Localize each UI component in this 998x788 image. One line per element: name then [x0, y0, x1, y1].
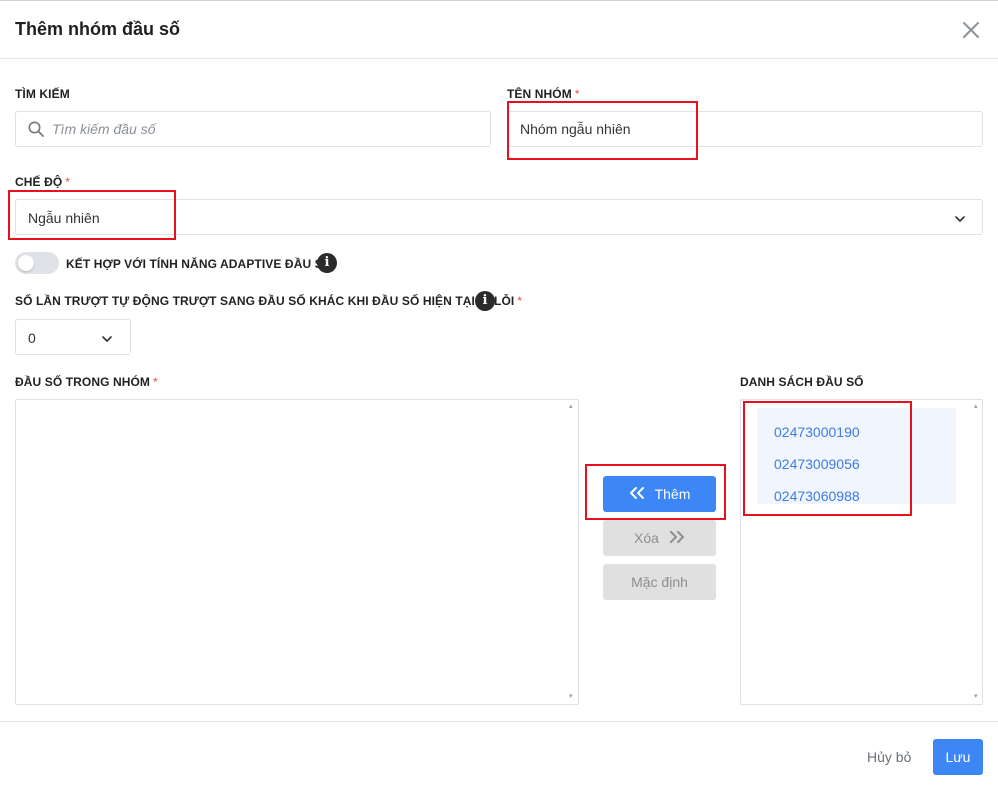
info-icon[interactable]: i [317, 253, 337, 273]
list-item[interactable]: 02473060988 [774, 488, 860, 504]
scroll-down-icon[interactable]: ▾ [569, 693, 575, 700]
list-item[interactable]: 02473009056 [774, 456, 860, 472]
search-icon [28, 121, 44, 137]
remove-button-label: Xóa [634, 530, 659, 546]
group-name-label: TÊN NHÓM * [507, 87, 580, 101]
available-label: DANH SÁCH ĐẦU SỐ [740, 375, 864, 389]
in-group-label: ĐẦU SỐ TRONG NHÓM * [15, 375, 158, 389]
info-icon[interactable]: i [475, 291, 495, 311]
available-list: 02473000190 02473009056 02473060988 [757, 408, 956, 504]
chevrons-left-icon [629, 486, 645, 502]
retry-count-select[interactable]: 0 [15, 319, 131, 355]
chevrons-right-icon [669, 530, 685, 546]
add-button[interactable]: Thêm [603, 476, 716, 512]
scroll-up-icon[interactable]: ▴ [974, 403, 980, 410]
scroll-up-icon[interactable]: ▴ [569, 403, 575, 410]
dialog-footer: Hủy bỏ Lưu [0, 721, 998, 788]
mode-select[interactable]: Ngẫu nhiên [15, 199, 983, 235]
default-button-label: Mặc định [631, 574, 688, 590]
search-field[interactable] [15, 111, 491, 147]
search-input[interactable] [52, 112, 482, 146]
search-label: TÌM KIẾM [15, 87, 70, 101]
chevron-down-icon [954, 212, 966, 224]
group-name-input[interactable] [507, 111, 983, 147]
adaptive-toggle[interactable] [15, 252, 59, 274]
retry-label: SỐ LẦN TRƯỢT TỰ ĐỘNG TRƯỢT SANG ĐẦU SỐ K… [15, 294, 523, 308]
default-button[interactable]: Mặc định [603, 564, 716, 600]
toggle-knob [18, 255, 34, 271]
in-group-listbox[interactable]: ▴ ▾ [15, 399, 579, 705]
scroll-down-icon[interactable]: ▾ [974, 693, 980, 700]
chevron-down-icon [101, 332, 113, 344]
add-number-group-dialog: Thêm nhóm đầu số TÌM KIẾM TÊN NHÓM* CHẾ … [0, 0, 998, 788]
save-button[interactable]: Lưu [933, 739, 983, 775]
retry-count-value: 0 [28, 330, 36, 346]
add-button-label: Thêm [654, 486, 691, 502]
dialog-header: Thêm nhóm đầu số [0, 1, 998, 59]
close-icon[interactable] [960, 19, 982, 41]
available-listbox[interactable]: 02473000190 02473009056 02473060988 ▴ ▾ [740, 399, 983, 705]
remove-button[interactable]: Xóa [603, 520, 716, 556]
mode-label: CHẾ ĐỘ * [15, 175, 71, 189]
mode-select-value: Ngẫu nhiên [28, 210, 100, 226]
cancel-button[interactable]: Hủy bỏ [867, 749, 911, 765]
adaptive-label: KẾT HỢP VỚI TÍNH NĂNG ADAPTIVE ĐẦU SỐ [66, 257, 333, 271]
list-item[interactable]: 02473000190 [774, 424, 860, 440]
save-button-label: Lưu [945, 749, 971, 765]
dialog-title: Thêm nhóm đầu số [15, 19, 181, 39]
